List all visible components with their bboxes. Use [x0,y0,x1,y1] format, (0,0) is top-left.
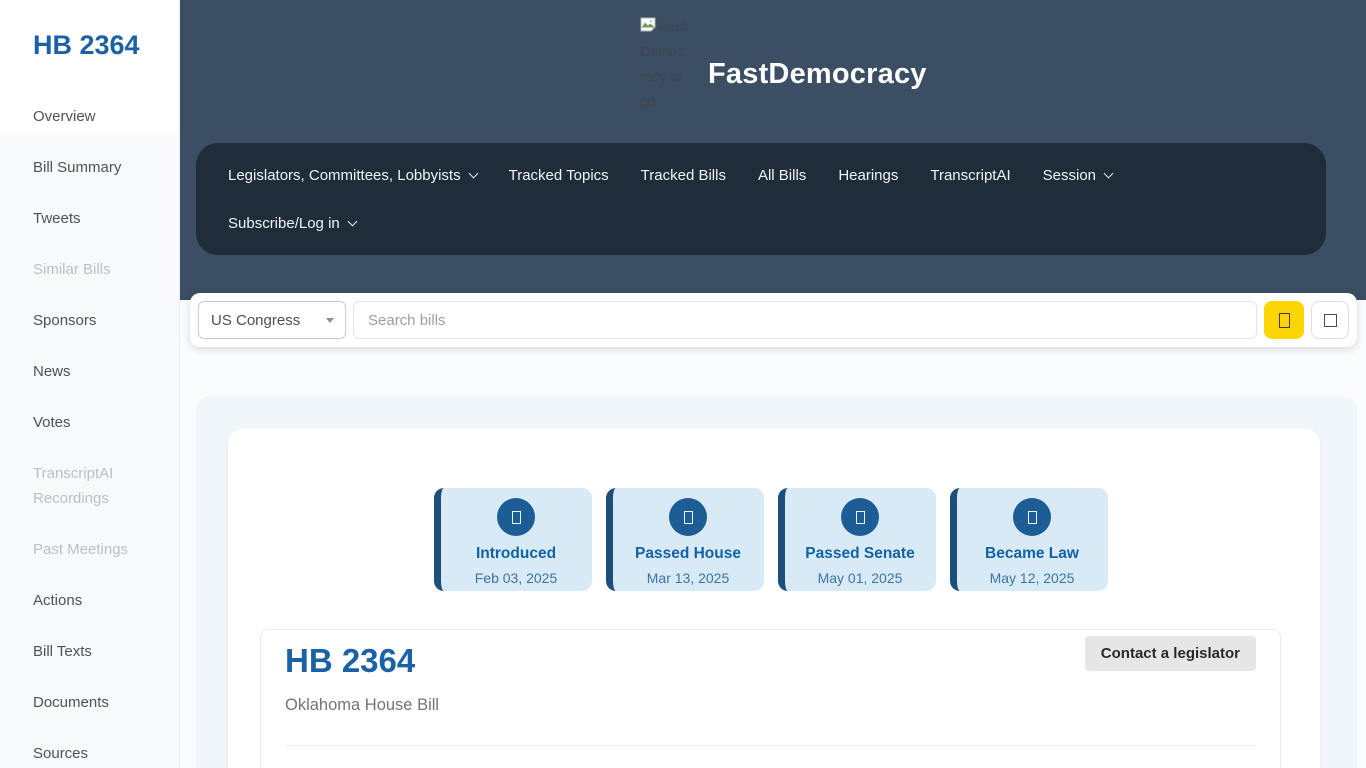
stage-date: Mar 13, 2025 [646,570,730,586]
sidebar-bill-title: HB 2364 [33,30,140,60]
nav-item-label: Legislators, Committees, Lobbyists [228,166,461,184]
sidebar-item[interactable]: Tweets [0,193,179,244]
sidebar-nav: Overview Bill Summary Tweets Similar Bil… [0,91,179,768]
select-dropdown-arrow-icon [326,317,334,323]
stage-label: Became Law [985,545,1079,562]
nav-item[interactable]: Legislators, Committees, Lobbyists [212,167,493,184]
page: HB 2364 Overview Bill Summary Tweets Sim… [0,0,1366,768]
sidebar-item[interactable]: Bill Summary [0,142,179,193]
nav-item-label: Tracked Bills [640,166,726,184]
brand-logo-broken-image[interactable]: FastDemocracy logo [640,14,686,114]
nav-item[interactable]: Subscribe/Log in [212,215,372,232]
nav-item[interactable]: Hearings [822,167,914,184]
sidebar-item[interactable]: News [0,346,179,397]
chevron-down-icon [468,168,479,178]
main-navbar: Legislators, Committees, Lobbyists Track… [196,143,1326,255]
contact-legislator-button[interactable]: Contact a legislator [1084,636,1256,671]
bill-id-heading: HB 2364 [285,642,416,679]
jurisdiction-selected-value: US Congress [211,311,301,329]
brand-title[interactable]: FastDemocracy [708,58,927,91]
stage-label: Introduced [475,545,557,562]
secondary-search-button[interactable] [1311,301,1349,339]
stage-status-circle [497,498,535,536]
sidebar: HB 2364 Overview Bill Summary Tweets Sim… [0,0,180,768]
stage-missing-glyph-icon [855,510,865,524]
nav-item[interactable]: Tracked Bills [625,167,742,184]
stage-label: Passed Senate [805,545,915,562]
chevron-down-icon [347,216,358,226]
timeline-stage-card: Introduced Feb 03, 2025 [433,488,592,591]
stage-status-circle [1013,498,1051,536]
bill-subtitle: Oklahoma House Bill [285,696,440,714]
nav-item[interactable]: All Bills [742,167,822,184]
sidebar-item[interactable]: Actions [0,575,179,626]
timeline-stage-card: Passed House Mar 13, 2025 [605,488,764,591]
nav-row-secondary: Subscribe/Log in [212,204,1310,242]
sidebar-item[interactable]: Overview [0,91,179,142]
nav-item-label: Subscribe/Log in [228,214,340,232]
main-column: FastDemocracy logo FastDemocracy Legisla… [180,0,1366,768]
stage-missing-glyph-icon [683,510,693,524]
stage-date: Feb 03, 2025 [474,570,558,586]
stage-date: May 01, 2025 [817,570,903,586]
nav-item-label: Hearings [838,166,899,184]
sidebar-item[interactable]: Sponsors [0,295,179,346]
bill-title-block: HB 2364 Oklahoma House Bill [285,634,439,715]
jurisdiction-select[interactable]: US Congress [198,301,346,339]
bill-header-card: HB 2364 Oklahoma House Bill Contact a le… [260,629,1281,768]
sidebar-item[interactable]: Documents [0,677,179,728]
search-bar: US Congress [190,293,1357,347]
search-input[interactable] [353,301,1257,339]
nav-item-label: Session [1042,166,1097,184]
stage-status-circle [841,498,879,536]
sidebar-item[interactable]: Sources [0,728,179,768]
broken-image-icon [640,17,656,32]
nav-item[interactable]: Tracked Topics [493,167,625,184]
bill-card-divider [285,745,1256,746]
search-button-missing-glyph-icon [1278,312,1290,328]
sidebar-item: TranscriptAI Recordings [33,465,114,507]
nav-row-primary: Legislators, Committees, Lobbyists Track… [212,156,1310,194]
sidebar-item[interactable]: Bill Texts [0,626,179,677]
timeline-stage-card: Passed Senate May 01, 2025 [777,488,936,591]
stage-label: Passed House [635,545,741,562]
nav-item-label: TranscriptAI [930,166,1011,184]
search-button[interactable] [1264,301,1304,339]
stage-date: May 12, 2025 [989,570,1075,586]
stage-missing-glyph-icon [1027,510,1037,524]
sidebar-item: Similar Bills [33,261,111,278]
sidebar-item: Past Meetings [33,541,129,558]
content-container: Introduced Feb 03, 2025 Passed House Mar… [196,396,1357,768]
bill-head-row: HB 2364 Oklahoma House Bill Contact a le… [285,634,1256,715]
nav-item-label: All Bills [757,166,807,184]
nav-item[interactable]: TranscriptAI [914,167,1026,184]
nav-item-label: Tracked Topics [508,166,609,184]
secondary-button-missing-glyph-icon [1323,313,1337,327]
page-header: FastDemocracy logo FastDemocracy Legisla… [180,0,1366,300]
sidebar-item[interactable]: Votes [0,397,179,448]
bill-overview-card: Introduced Feb 03, 2025 Passed House Mar… [228,428,1320,768]
chevron-down-icon [1103,168,1114,178]
brand-row: FastDemocracy logo FastDemocracy [180,0,1366,143]
stage-missing-glyph-icon [511,510,521,524]
bill-progress-timeline: Introduced Feb 03, 2025 Passed House Mar… [260,488,1281,591]
nav-item[interactable]: Session [1027,167,1128,184]
stage-status-circle [669,498,707,536]
timeline-stage-card: Became Law May 12, 2025 [949,488,1108,591]
